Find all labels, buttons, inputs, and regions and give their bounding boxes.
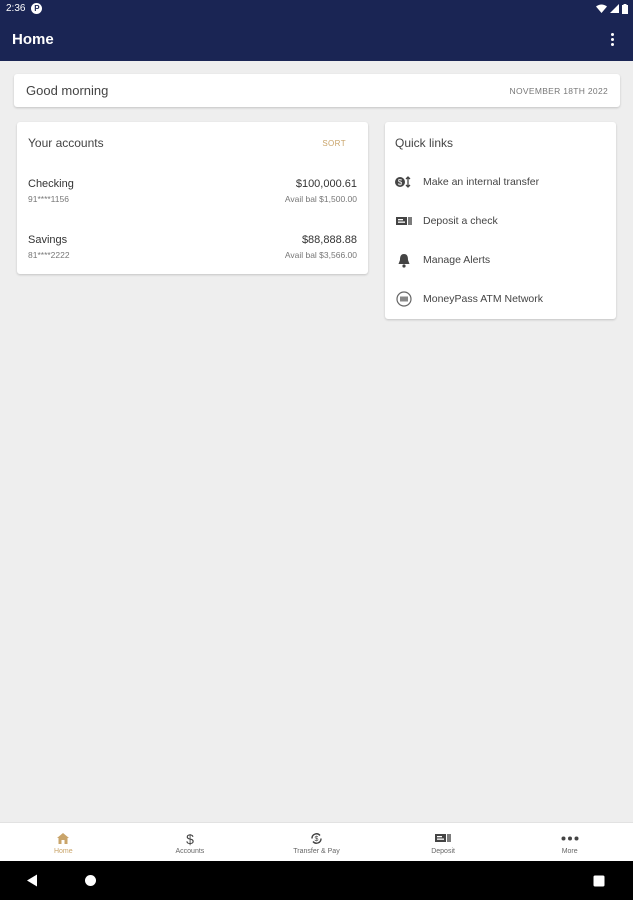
greeting-date: NOVEMBER 18TH 2022 xyxy=(509,85,608,96)
quick-links-title: Quick links xyxy=(395,136,454,150)
status-bar: 2:36 P xyxy=(0,0,633,17)
nav-label: Home xyxy=(53,848,73,855)
account-available-balance: Avail bal $3,566.00 xyxy=(284,250,357,260)
svg-text:$: $ xyxy=(186,831,194,846)
back-icon[interactable] xyxy=(26,874,38,887)
more-icon xyxy=(561,830,579,846)
nav-label: Accounts xyxy=(175,848,205,855)
transfer-icon: $ xyxy=(395,174,413,190)
account-available-balance: Avail bal $1,500.00 xyxy=(284,194,357,204)
nav-deposit[interactable]: Deposit xyxy=(380,823,507,862)
quick-link-moneypass-atm[interactable]: MoneyPass ATM Network xyxy=(385,282,616,316)
nav-more[interactable]: More xyxy=(506,823,633,862)
quick-links-card: Quick links $ Make an internal transfer … xyxy=(385,122,616,319)
account-name: Savings xyxy=(28,234,68,246)
signal-icon xyxy=(610,4,619,13)
bottom-navigation: Home $ Accounts $ Transfer & Pay Deposit… xyxy=(0,822,633,862)
bell-icon xyxy=(395,252,413,268)
svg-text:$: $ xyxy=(398,178,403,187)
deposit-icon xyxy=(434,830,452,846)
account-balance: $88,888.88 xyxy=(301,234,357,246)
wifi-icon xyxy=(596,4,607,13)
svg-text:$: $ xyxy=(315,836,319,843)
app-bar: Home xyxy=(0,17,633,61)
quick-link-label: Deposit a check xyxy=(423,215,498,227)
greeting-text: Good morning xyxy=(26,83,109,98)
sort-button[interactable]: SORT xyxy=(322,139,346,148)
home-button-icon[interactable] xyxy=(84,874,97,887)
check-deposit-icon xyxy=(395,213,413,229)
battery-icon xyxy=(622,3,628,14)
quick-link-manage-alerts[interactable]: Manage Alerts xyxy=(385,243,616,277)
quick-link-label: MoneyPass ATM Network xyxy=(423,293,544,305)
quick-link-deposit-check[interactable]: Deposit a check xyxy=(385,204,616,238)
quick-link-internal-transfer[interactable]: $ Make an internal transfer xyxy=(385,165,616,199)
recents-icon[interactable] xyxy=(593,875,605,887)
greeting-card: Good morning NOVEMBER 18TH 2022 xyxy=(14,74,620,107)
account-balance: $100,000.61 xyxy=(295,178,357,190)
account-number: 91****1156 xyxy=(28,194,69,204)
transfer-pay-icon: $ xyxy=(309,830,324,846)
overflow-menu-icon[interactable] xyxy=(605,27,619,51)
dollar-icon: $ xyxy=(184,830,196,846)
app-notification-icon: P xyxy=(31,3,43,14)
accounts-title: Your accounts xyxy=(28,136,104,150)
nav-label: Transfer & Pay xyxy=(293,848,340,855)
nav-transfer-pay[interactable]: $ Transfer & Pay xyxy=(253,823,380,862)
account-number: 81****2222 xyxy=(28,250,70,260)
atm-icon xyxy=(395,291,413,307)
account-row-checking[interactable]: Checking 91****1156 $100,000.61 Avail ba… xyxy=(17,174,368,212)
home-icon xyxy=(56,830,70,846)
quick-link-label: Manage Alerts xyxy=(423,254,491,266)
nav-label: Deposit xyxy=(431,848,455,855)
account-name: Checking xyxy=(28,178,74,190)
nav-accounts[interactable]: $ Accounts xyxy=(127,823,254,862)
page-title: Home xyxy=(12,30,54,48)
system-navigation-bar xyxy=(0,861,633,900)
accounts-card: Your accounts SORT Checking 91****1156 $… xyxy=(17,122,368,274)
status-icons xyxy=(596,3,628,14)
status-time: 2:36 xyxy=(6,3,26,14)
account-row-savings[interactable]: Savings 81****2222 $88,888.88 Avail bal … xyxy=(17,230,368,268)
quick-link-label: Make an internal transfer xyxy=(423,176,540,188)
nav-label: More xyxy=(561,848,578,855)
nav-home[interactable]: Home xyxy=(0,823,127,862)
